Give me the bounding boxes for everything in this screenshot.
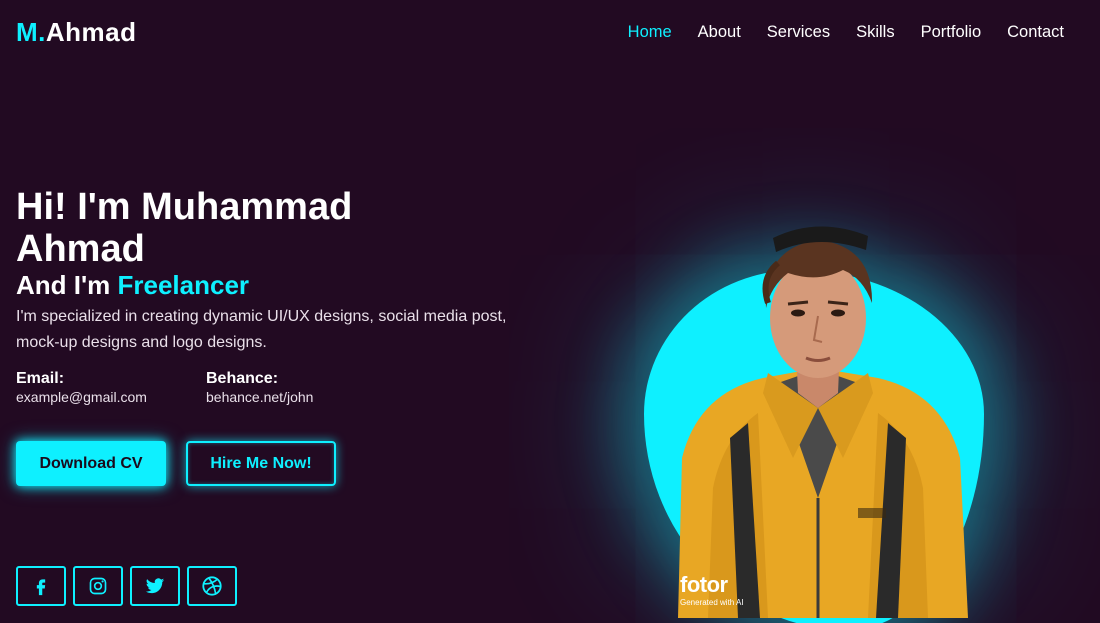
twitter-icon bbox=[145, 578, 165, 594]
logo-name: Ahmad bbox=[45, 17, 137, 47]
email-block: Email: example@gmail.com bbox=[16, 370, 206, 406]
instagram-link[interactable] bbox=[73, 566, 123, 606]
contact-info: Email: example@gmail.com Behance: behanc… bbox=[16, 370, 536, 406]
hero-section: Hi! I'm Muhammad Ahmad And I'm Freelance… bbox=[16, 186, 536, 406]
hero-portrait: fotor Generated with AI bbox=[610, 200, 1030, 623]
download-cv-button[interactable]: Download CV bbox=[16, 441, 166, 486]
nav-about[interactable]: About bbox=[698, 23, 741, 42]
watermark-brand: fotor bbox=[680, 572, 728, 597]
hire-me-button[interactable]: Hire Me Now! bbox=[186, 441, 336, 486]
facebook-icon bbox=[36, 579, 46, 596]
nav-services[interactable]: Services bbox=[767, 23, 830, 42]
twitter-link[interactable] bbox=[130, 566, 180, 606]
behance-label: Behance: bbox=[206, 370, 279, 387]
main-nav: Home About Services Skills Portfolio Con… bbox=[628, 23, 1064, 42]
hero-subtitle: And I'm Freelancer bbox=[16, 270, 536, 300]
subtitle-role: Freelancer bbox=[117, 270, 250, 300]
social-links bbox=[16, 566, 237, 606]
nav-skills[interactable]: Skills bbox=[856, 23, 895, 42]
watermark-note: Generated with AI bbox=[680, 598, 744, 607]
cta-buttons: Download CV Hire Me Now! bbox=[16, 441, 336, 486]
nav-contact[interactable]: Contact bbox=[1007, 23, 1064, 42]
instagram-icon bbox=[89, 577, 107, 595]
facebook-link[interactable] bbox=[16, 566, 66, 606]
behance-value[interactable]: behance.net/john bbox=[206, 388, 396, 406]
email-value[interactable]: example@gmail.com bbox=[16, 388, 206, 406]
dribbble-icon bbox=[202, 576, 222, 596]
subtitle-prefix: And I'm bbox=[16, 270, 118, 300]
behance-block: Behance: behance.net/john bbox=[206, 370, 396, 406]
email-label: Email: bbox=[16, 370, 65, 387]
hero-title: Hi! I'm Muhammad Ahmad bbox=[16, 186, 353, 270]
fotor-watermark: fotor Generated with AI bbox=[680, 572, 744, 607]
portrait-image bbox=[678, 226, 968, 618]
nav-home[interactable]: Home bbox=[628, 23, 672, 42]
logo-accent: M. bbox=[16, 17, 46, 47]
site-logo[interactable]: M.Ahmad bbox=[16, 17, 137, 48]
dribbble-link[interactable] bbox=[187, 566, 237, 606]
hero-description: I'm specialized in creating dynamic UI/U… bbox=[16, 308, 507, 351]
nav-portfolio[interactable]: Portfolio bbox=[921, 23, 982, 42]
